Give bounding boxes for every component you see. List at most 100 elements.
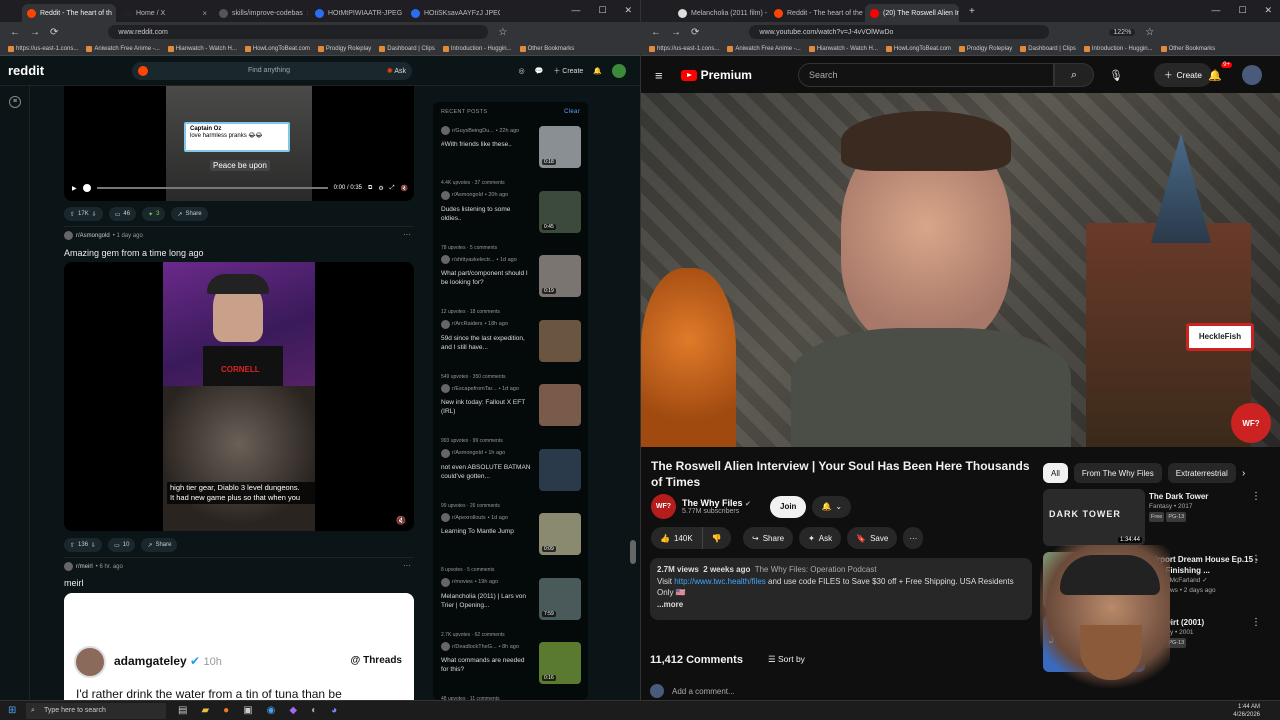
comments-button[interactable]: ▭ 46 — [108, 207, 137, 221]
task-view-icon[interactable]: ▤ — [178, 705, 187, 716]
more-options-icon[interactable]: ··· — [403, 561, 411, 570]
mute-icon[interactable]: 🔇 — [396, 516, 406, 525]
system-clock[interactable]: 1:44 AM 4/26/2026 — [1233, 703, 1260, 719]
create-button[interactable]: ＋ Create — [553, 66, 583, 76]
taskbar-search[interactable]: ⌕ Type here to search — [26, 702, 166, 719]
advertise-icon[interactable]: ◎ — [518, 67, 524, 75]
close-icon[interactable]: × — [202, 9, 207, 18]
share-button[interactable]: ↗ Share — [171, 207, 208, 221]
video-player[interactable]: HeckleFish WF? — [641, 93, 1280, 447]
bookmark-link[interactable]: Hianwatch - Watch H... — [808, 45, 878, 52]
discord-icon[interactable]: ◕ — [331, 705, 337, 716]
more-link[interactable]: ...more — [657, 599, 1025, 611]
add-comment-row[interactable]: Add a comment... — [650, 684, 735, 698]
filter-chip[interactable]: All — [1043, 463, 1068, 483]
bookmark-link[interactable]: https://us-east-1.cons... — [8, 45, 78, 52]
ask-button[interactable]: ✺ Ask — [387, 67, 406, 75]
search-button[interactable]: ⌕ — [1054, 63, 1094, 87]
subreddit-link[interactable]: r/Asmongold — [76, 233, 110, 239]
recent-post-item[interactable]: r/Apexrollouts • 1d ago Learning To Mantle… — [441, 513, 581, 577]
avatar[interactable] — [612, 63, 626, 78]
browser-tab[interactable]: (20) The Roswell Alien Inte× — [865, 4, 959, 22]
chat-icon[interactable]: 💬 — [535, 67, 544, 75]
reddit-logo[interactable]: reddit — [8, 63, 44, 78]
fullscreen-icon[interactable]: ⤢ — [390, 185, 395, 192]
menu-icon[interactable]: ≡ — [9, 96, 21, 108]
post2-title[interactable]: Amazing gem from a time long ago — [64, 248, 204, 258]
new-tab-icon[interactable]: + — [969, 6, 975, 17]
bookmark-link[interactable]: Other Bookmarks — [519, 45, 574, 52]
star-icon[interactable]: ☆ — [498, 27, 507, 38]
more-options-icon[interactable]: ⋮ — [1251, 554, 1261, 565]
bookmark-link[interactable]: https://us-east-1.cons... — [649, 45, 719, 52]
channel-avatar[interactable]: WF? — [651, 494, 676, 519]
description-link[interactable]: http://www.twc.health/files — [674, 577, 766, 586]
reload-icon[interactable]: ⟳ — [50, 27, 58, 38]
post1-video[interactable]: Captain Oz love harmless pranks 😂😂 Peace… — [64, 86, 414, 201]
progress-bar[interactable] — [96, 187, 328, 189]
vote-pill[interactable]: ⇧ 136 ⇩ — [64, 538, 103, 552]
subreddit-avatar[interactable] — [64, 231, 73, 240]
browser-tab[interactable]: Reddit - The heart of th× — [22, 4, 116, 22]
post3-title[interactable]: meirl — [64, 578, 84, 588]
bookmark-link[interactable]: Hianwatch - Watch H... — [167, 45, 237, 52]
bookmark-link[interactable]: HowLongToBeat.com — [885, 45, 951, 52]
terminal-icon[interactable]: ▣ — [243, 705, 252, 716]
bookmark-link[interactable]: Dashboard | Clips — [1020, 45, 1076, 52]
forward-icon[interactable]: → — [671, 27, 681, 38]
bookmark-link[interactable]: Introduction - Huggin... — [1083, 45, 1153, 52]
youtube-logo[interactable]: Premium — [680, 68, 752, 82]
channel-watermark[interactable]: WF? — [1231, 403, 1271, 443]
share-button[interactable]: ↪ Share — [743, 527, 794, 549]
channel-name[interactable]: The Why Files ✔ — [682, 498, 764, 508]
save-button[interactable]: 🔖 Save — [847, 527, 898, 549]
recent-post-item[interactable]: r/shittyaskelectr... • 1d ago What part/co… — [441, 255, 581, 319]
address-bar[interactable]: www.reddit.com — [108, 25, 489, 39]
notification-icon[interactable]: 🔔 — [593, 67, 602, 75]
mic-icon[interactable]: 🎙 — [1109, 69, 1123, 82]
more-options-icon[interactable]: ⋮ — [1251, 491, 1261, 502]
windows-start-icon[interactable]: ⊞ — [8, 705, 16, 716]
recommended-video[interactable]: DARK TOWER 1:34:44 The Dark Tower Fantasy •… — [1043, 489, 1273, 547]
post3-image[interactable]: adamgateley ✔ 10h @ Threads I'd rather d… — [64, 593, 414, 700]
bookmark-link[interactable]: Introduction - Huggin... — [442, 45, 512, 52]
mute-icon[interactable]: 🔇 — [401, 185, 408, 192]
like-button[interactable]: 👍 140K — [651, 527, 703, 549]
browser-tab[interactable]: HOtiSKsavAAYFzJ JPEG× — [406, 4, 500, 22]
browser-tab[interactable]: Reddit - The heart of the intern× — [769, 4, 863, 22]
search-input[interactable]: Search — [798, 63, 1054, 87]
bookmark-link[interactable]: HowLongToBeat.com — [244, 45, 310, 52]
browser-tab[interactable]: Melancholia (2011 film) - Wikip× — [673, 4, 767, 22]
awards-button[interactable]: ✦ 3 — [142, 207, 166, 221]
subreddit-avatar[interactable] — [64, 562, 73, 571]
dislike-button[interactable]: 👎 — [702, 527, 731, 549]
comments-button[interactable]: ▭ 10 — [108, 538, 136, 552]
bookmark-link[interactable]: Dashboard | Clips — [379, 45, 435, 52]
more-options-icon[interactable]: ··· — [403, 230, 411, 239]
captions-icon[interactable]: ⧉ — [368, 185, 372, 192]
window-controls[interactable]: — ☐ ✕ — [571, 5, 632, 16]
recent-post-item[interactable]: r/EscapefromTar... • 1d ago New ink today:… — [441, 384, 581, 448]
reload-icon[interactable]: ⟳ — [691, 27, 699, 38]
sort-button[interactable]: ☰ Sort by — [768, 654, 805, 665]
browser-tab[interactable]: HOtMtPIWIAATR-JPEG× — [310, 4, 404, 22]
recent-post-item[interactable]: r/Asmongold • 1h ago not even ABSOLUTE BAT… — [441, 448, 581, 513]
reddit-search[interactable]: Find anything ✺ Ask — [132, 61, 412, 80]
subreddit-link[interactable]: r/meirl — [76, 564, 93, 570]
star-icon[interactable]: ☆ — [1145, 27, 1154, 38]
steam-icon[interactable]: ◐ — [311, 705, 317, 716]
recent-post-item[interactable]: r/GuysBeingDu... • 22h ago #With friends l… — [441, 126, 581, 190]
bookmark-link[interactable]: Other Bookmarks — [1160, 45, 1215, 52]
vote-pill[interactable]: ⇧ 17K ⇩ — [64, 207, 103, 221]
subscribe-bell-button[interactable]: 🔔 ⌄ — [812, 495, 852, 518]
recent-post-item[interactable]: r/ArcRaiders • 18h ago 59d since the last … — [441, 319, 581, 384]
more-actions-button[interactable]: ··· — [903, 527, 924, 549]
bookmark-link[interactable]: Aniwatch Free Anime -... — [86, 45, 160, 52]
avatar[interactable] — [1242, 65, 1262, 85]
browser-tab[interactable]: skills/improve-codebas× — [214, 4, 308, 22]
create-button[interactable]: ＋ Create — [1153, 63, 1212, 87]
zoom-level[interactable]: 122% — [1109, 28, 1136, 36]
back-icon[interactable]: ← — [10, 27, 20, 38]
video-thumbnail[interactable]: DARK TOWER 1:34:44 — [1043, 489, 1145, 546]
firefox-icon[interactable]: ● — [223, 705, 229, 716]
